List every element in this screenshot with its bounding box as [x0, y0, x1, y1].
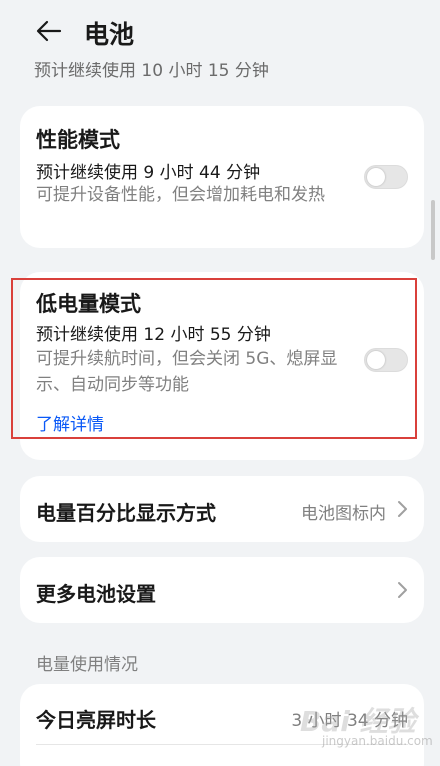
back-arrow-icon	[36, 20, 62, 42]
more-battery-settings-label: 更多电池设置	[36, 582, 156, 606]
battery-percent-row[interactable]: 电量百分比显示方式 电池图标内	[20, 476, 424, 542]
battery-percent-value: 电池图标内	[301, 504, 386, 524]
chevron-right-icon	[398, 501, 407, 517]
more-battery-settings-row[interactable]: 更多电池设置	[20, 557, 424, 623]
back-button[interactable]	[34, 16, 64, 46]
performance-mode-title: 性能模式	[36, 128, 120, 152]
scrollbar[interactable]	[431, 200, 435, 260]
performance-mode-estimate: 预计继续使用 9 小时 44 分钟	[36, 163, 261, 183]
usage-section-label: 电量使用情况	[36, 655, 138, 675]
chevron-right-icon	[398, 582, 407, 598]
watermark-url: jingyan.baidu.com	[322, 734, 433, 748]
battery-percent-label: 电量百分比显示方式	[36, 501, 216, 525]
performance-mode-description: 可提升设备性能，但会增加耗电和发热	[36, 185, 325, 205]
page-title: 电池	[84, 20, 135, 49]
performance-mode-toggle[interactable]	[364, 165, 408, 189]
performance-mode-card: 性能模式 预计继续使用 9 小时 44 分钟 可提升设备性能，但会增加耗电和发热	[20, 106, 424, 248]
highlight-box	[11, 278, 417, 439]
toggle-knob	[367, 168, 385, 186]
screen-time-label: 今日亮屏时长	[36, 708, 156, 732]
app-header: 电池	[0, 0, 440, 62]
